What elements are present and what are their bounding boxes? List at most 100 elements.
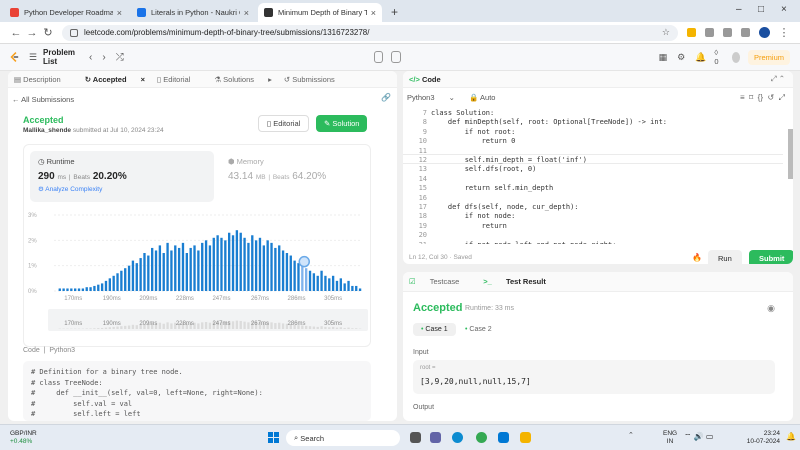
code-line: # class TreeNode: [31,378,103,387]
editor-title[interactable]: Code [422,75,441,84]
shuffle-icon[interactable]: ⤮ [116,52,124,63]
line-number: 19 [418,221,427,230]
taskbar-search[interactable]: ⌕ Search [286,430,400,446]
editor-scrollbar[interactable] [788,129,793,179]
code-line: return [431,221,507,230]
notes-icon[interactable] [391,51,401,63]
tab-testcase[interactable]: ☑ Testcase [409,277,471,286]
task-view-icon[interactable] [410,432,421,443]
layout-icon[interactable]: ▦ [659,52,668,63]
clock[interactable]: 23:24 10-07-2024 [736,430,780,446]
stock-widget[interactable]: GBP/INR +0.48% [10,430,37,446]
problem-list-link[interactable]: Problem List [43,48,79,66]
all-submissions-link[interactable]: ← All Submissions [12,95,74,104]
case-1-button[interactable]: • Case 1 [413,323,456,336]
reset-icon[interactable]: ↺ [767,93,774,102]
eye-icon[interactable]: ◉ [767,303,775,314]
debug-icon[interactable]: 🔥 [692,253,702,262]
extension-icon[interactable] [723,28,732,37]
runtime-distribution-chart[interactable]: 0% 1% 2% 3% 170ms 190ms 209ms 228ms 247ms 267ms 28… [24,205,372,345]
run-button[interactable]: Run [708,250,742,264]
forward-icon[interactable]: → [24,27,40,39]
browser-tab-min-depth[interactable]: Minimum Depth of Binary Tree × [258,3,382,22]
case-2-button[interactable]: • Case 2 [465,326,492,333]
windows-start-icon[interactable] [268,432,279,443]
tab-test-result[interactable]: >_ Test Result [483,277,558,286]
editorial-button[interactable]: ▯ Editorial [258,115,310,132]
range-slider-bar [335,327,339,329]
notification-bell-icon[interactable]: 🔔 [695,52,706,63]
chart-bar [358,288,362,291]
extension-icon[interactable] [741,28,750,37]
browser-tab-python-roadmap[interactable]: Python Developer Roadmap × [4,3,128,22]
close-window-button[interactable]: × [781,4,787,15]
language-selector[interactable]: Python3 ⌄ [407,93,455,102]
share-link-icon[interactable]: 🔗 [381,93,391,102]
reload-icon[interactable]: ↻ [40,26,56,39]
extension-icon[interactable] [705,28,714,37]
range-slider-bar [281,323,285,329]
file-explorer-icon[interactable] [520,432,531,443]
site-info-icon[interactable] [70,28,78,37]
maximize-button[interactable]: □ [758,4,764,15]
submit-button[interactable]: Submit [749,250,793,264]
edge-icon[interactable] [452,432,463,443]
close-tab-icon[interactable]: × [371,8,376,18]
user-avatar[interactable] [731,51,740,63]
chart-bar [201,242,204,291]
expand-icon[interactable]: ⤢ ⌃ [771,74,785,84]
profile-avatar[interactable] [759,27,770,38]
chart-bar [224,240,227,291]
url-input[interactable]: leetcode.com/problems/minimum-depth-of-b… [62,24,678,41]
autocomplete-mode[interactable]: 🔒 Auto [469,93,507,102]
coins-count[interactable]: ◊ 0 [714,48,721,66]
new-tab-button[interactable]: + [385,5,404,22]
problem-list-icon[interactable]: ☰ [29,52,37,63]
extension-icon[interactable] [687,28,696,37]
chart-bar [58,288,61,291]
format-icon[interactable]: ≡ [740,93,745,102]
settings-gear-icon[interactable]: ⚙ [677,52,685,63]
language-indicator[interactable]: ENG IN [663,430,677,446]
y-tick-label: 1% [28,264,37,270]
code-braces-icon[interactable]: {} [758,93,763,102]
store-icon[interactable] [498,432,509,443]
next-problem-icon[interactable]: › [102,52,105,63]
close-tab-icon[interactable]: × [117,8,122,18]
timer-icon[interactable] [373,51,384,63]
premium-button[interactable]: Premium [747,49,790,65]
range-slider-bar [247,322,250,329]
bookmark-icon[interactable]: ⌑ [749,93,753,102]
tab-description[interactable]: ▤ Description [14,75,73,84]
code-line: self.min_depth = float('inf') [431,156,587,164]
leetcode-logo-icon[interactable] [10,50,19,64]
runtime-box[interactable]: ◷ Runtime 290 ms | Beats 20.20% ⚙ Analyz… [30,151,214,202]
tab-solutions[interactable]: ⚗ Solutions ▸ [214,75,272,84]
code-editor[interactable]: 7 class Solution: 8 def minDepth(self, roo… [403,107,793,244]
stock-change: +0.48% [10,438,33,445]
runtime-label: ◷ Runtime [38,157,75,166]
tab-editorial[interactable]: ▯ Editorial [157,75,202,84]
analyze-complexity-link[interactable]: ⚙ Analyze Complexity [38,185,206,193]
prev-problem-icon[interactable]: ‹ [89,52,92,63]
code-line: # def __init__(self, val=0, left=None, r… [31,389,263,397]
back-icon[interactable]: ← [8,27,24,39]
menu-icon[interactable]: ⋮ [776,26,792,39]
bookmark-star-icon[interactable]: ☆ [662,27,670,38]
author-name[interactable]: Mallika_shende [23,127,71,134]
fullscreen-icon[interactable]: ⤢ [779,93,785,102]
teams-icon[interactable] [430,432,441,443]
solution-button[interactable]: ✎ Solution [316,115,368,132]
close-tab-icon[interactable]: × [244,8,249,18]
tab-accepted[interactable]: ↻ Accepted × [85,75,145,84]
date: 10-07-2024 [746,438,780,445]
wifi-icon[interactable]: ⌔ 🔊 ▭ [684,432,714,442]
chrome-icon[interactable] [476,432,487,443]
minimize-button[interactable]: – [736,4,742,15]
browser-tab-literals[interactable]: Literals in Python - Naukri Code × [131,3,255,22]
range-slider-bar [131,324,135,329]
tab-submissions[interactable]: ↺ Submissions [284,75,347,84]
system-tray[interactable]: ⌃ [628,431,634,439]
notification-icon[interactable]: 🔔 [786,432,796,441]
memory-box[interactable]: ⬢ Memory 43.14 MB | Beats 64.20% [220,151,370,188]
